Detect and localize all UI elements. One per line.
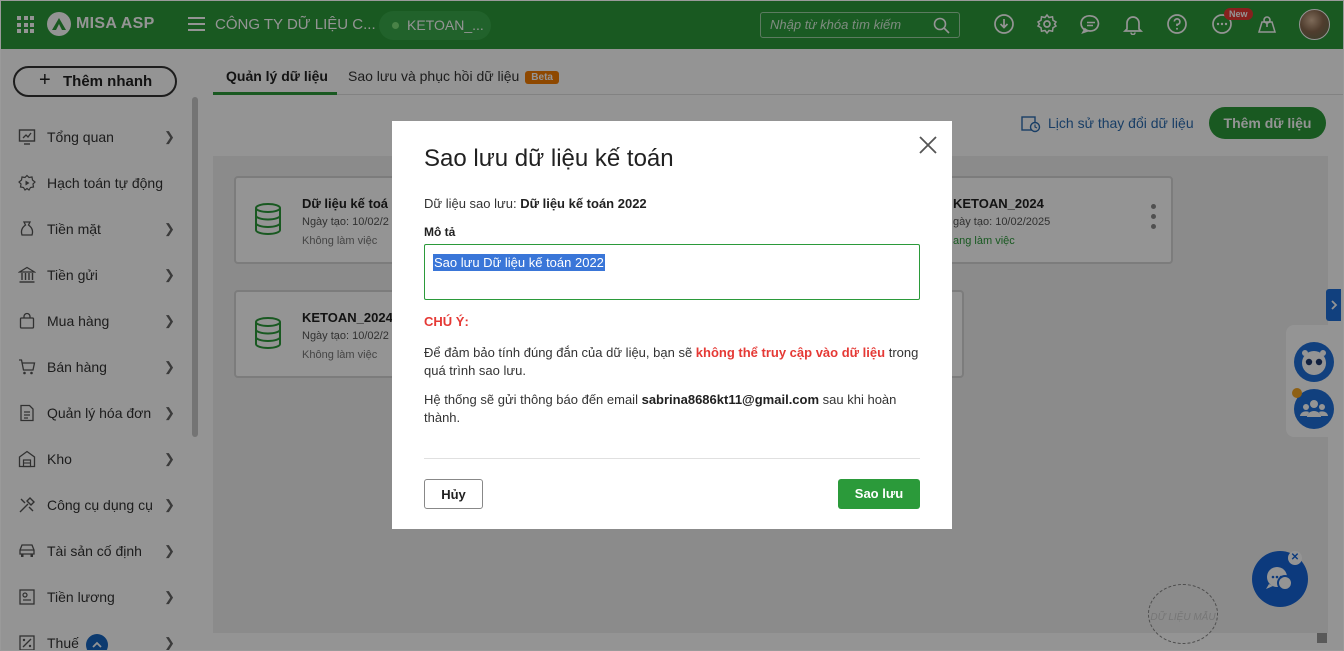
note1-warning: không thể truy cập vào dữ liệu	[695, 345, 886, 360]
backup-button[interactable]: Sao lưu	[838, 479, 920, 509]
cancel-button[interactable]: Hủy	[424, 479, 483, 509]
note1-text: Để đảm bảo tính đúng đắn của dữ liệu, bạ…	[424, 345, 693, 360]
note-email: Hệ thống sẽ gửi thông báo đến email sabr…	[424, 391, 920, 427]
source-label: Dữ liệu sao lưu:	[424, 196, 517, 211]
note-title: CHÚ Ý:	[424, 314, 469, 329]
source-value: Dữ liệu kế toán 2022	[520, 196, 647, 211]
dialog-title: Sao lưu dữ liệu kế toán	[424, 145, 674, 172]
description-label: Mô tả	[424, 225, 456, 239]
close-icon[interactable]	[918, 135, 938, 155]
dialog-divider	[424, 458, 920, 459]
note-access: Để đảm bảo tính đúng đắn của dữ liệu, bạ…	[424, 344, 920, 380]
description-field[interactable]	[424, 244, 920, 300]
source-data-line: Dữ liệu sao lưu: Dữ liệu kế toán 2022	[424, 196, 647, 211]
backup-dialog: Sao lưu dữ liệu kế toán Dữ liệu sao lưu:…	[392, 121, 952, 529]
description-value[interactable]: Sao lưu Dữ liệu kế toán 2022	[433, 254, 605, 271]
note2-email: sabrina8686kt11@gmail.com	[641, 392, 820, 407]
note2-text: Hệ thống sẽ gửi thông báo đến email	[424, 392, 638, 407]
